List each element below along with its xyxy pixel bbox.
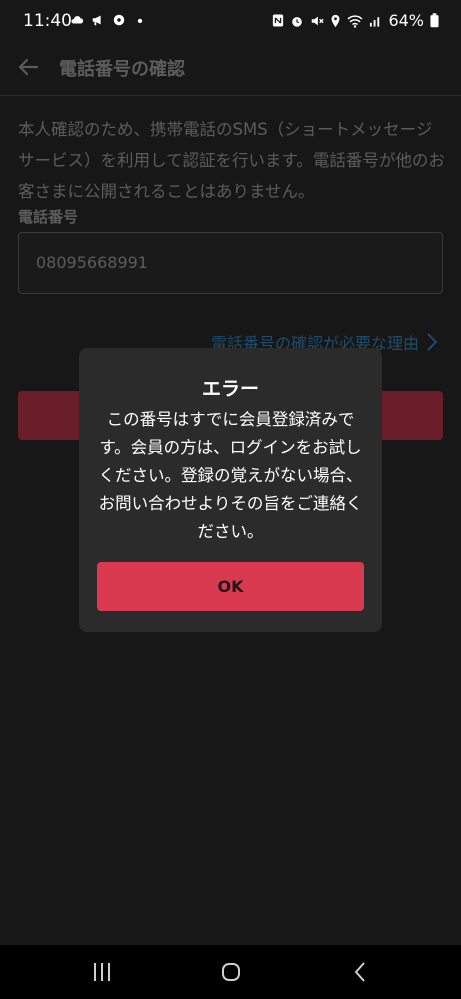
error-dialog: エラー この番号はすでに会員登録済みです。会員の方は、ログインをお試しください。… <box>79 348 382 632</box>
battery-icon <box>430 13 439 28</box>
back-icon[interactable] <box>347 959 375 985</box>
battery-percent: 64% <box>388 11 424 30</box>
ok-button[interactable]: OK <box>97 562 364 611</box>
cloud-icon <box>71 16 84 24</box>
status-bar: 11:40 64% <box>0 0 461 42</box>
location-icon <box>332 14 340 27</box>
dialog-message: この番号はすでに会員登録済みです。会員の方は、ログインをお試しください。登録の覚… <box>98 410 363 541</box>
recent-apps-icon[interactable] <box>88 959 116 985</box>
screen: 11:40 64% 電話番号の確認 本人確認のため、携帯電話のSMS（ショートメ… <box>0 0 461 999</box>
wifi-icon <box>347 14 363 28</box>
nav-bar <box>0 945 461 999</box>
alarm-icon <box>292 16 303 27</box>
dot-icon <box>137 18 143 24</box>
nfc-icon <box>273 14 284 27</box>
status-time: 11:40 <box>23 11 72 31</box>
dialog-title: エラー <box>201 378 259 400</box>
megaphone-icon <box>92 15 101 26</box>
status-left-icons <box>70 13 147 27</box>
home-icon[interactable] <box>217 959 245 985</box>
status-right-icons: 64% <box>272 11 439 30</box>
mute-icon <box>312 16 325 25</box>
app-icon <box>113 14 125 26</box>
signal-icon <box>370 16 380 27</box>
